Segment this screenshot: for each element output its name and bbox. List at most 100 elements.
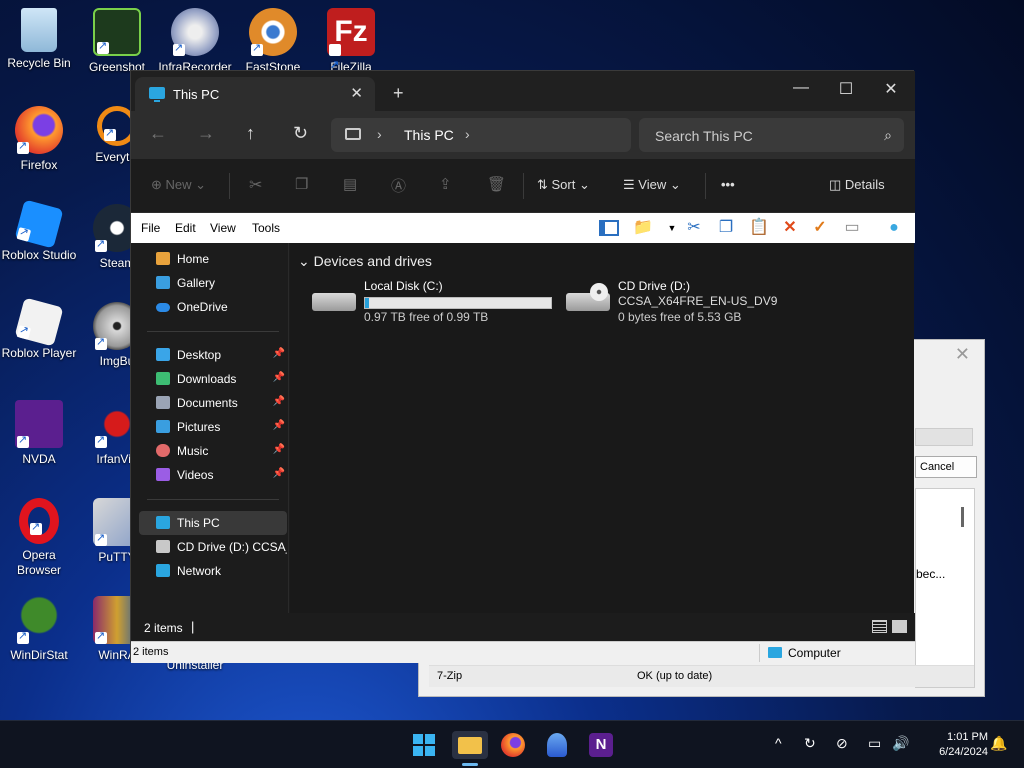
delete-x-icon[interactable]: ✕ — [781, 219, 799, 237]
group-header-devices-and-drives[interactable]: ⌄ Devices and drives — [298, 253, 432, 270]
close-icon[interactable]: ✕ — [955, 344, 970, 365]
pin-icon[interactable]: 📌 — [273, 348, 285, 359]
desktop-icon-greenshot[interactable]: Greenshot — [78, 8, 156, 75]
tiles-view-icon[interactable] — [892, 620, 907, 633]
share-icon[interactable]: ⇪ — [439, 175, 452, 193]
pin-icon[interactable]: 📌 — [273, 420, 285, 431]
start-button[interactable] — [410, 731, 438, 759]
desktop-icon-roblox-studio[interactable]: Roblox Studio — [0, 199, 78, 263]
sidebar-item-network[interactable]: Network — [139, 559, 287, 583]
drive-usage-fill — [365, 298, 369, 308]
refresh-button[interactable]: ↻ — [293, 123, 308, 144]
taskbar-nvda[interactable]: N — [587, 731, 615, 759]
drive-free-space: 0.97 TB free of 0.99 TB — [364, 310, 489, 324]
back-button[interactable]: ← — [149, 123, 167, 144]
sidebar-item-videos[interactable]: Videos 📌 — [139, 463, 287, 487]
drive-cd-d[interactable]: CD Drive (D:) CCSA_X64FRE_EN-US_DV9 0 by… — [566, 279, 816, 329]
display-icon[interactable]: ▭ — [868, 735, 881, 752]
notification-bell-icon[interactable]: 🔔 — [990, 735, 1007, 752]
cut-icon[interactable]: ✂ — [249, 175, 262, 195]
sidebar-item-music[interactable]: Music 📌 — [139, 439, 287, 463]
more-options-button[interactable]: ••• — [721, 177, 735, 192]
tab-this-pc[interactable]: This PC ✕ — [135, 77, 375, 111]
sidebar-item-downloads[interactable]: Downloads 📌 — [139, 367, 287, 391]
sidebar-item-gallery[interactable]: Gallery — [139, 271, 287, 295]
desktop-icon-opera[interactable]: Opera Browser — [0, 498, 78, 578]
desktop-icon-windirstat[interactable]: WinDirStat — [0, 596, 78, 663]
recycle-bin-icon — [21, 8, 57, 52]
cut-icon[interactable]: ✂ — [685, 219, 703, 237]
sort-button[interactable]: ⇅ Sort ⌄ — [537, 177, 590, 193]
shortcut-arrow-icon — [16, 227, 32, 242]
taskbar-firefox[interactable] — [499, 731, 527, 759]
desktop-icon-filezilla[interactable]: Fz FileZilla — [312, 8, 390, 89]
chevron-right-icon[interactable]: › — [465, 126, 470, 142]
chevron-right-icon[interactable]: › — [377, 126, 382, 142]
show-hidden-icons-button[interactable]: ^ — [775, 735, 782, 751]
sidebar-item-desktop[interactable]: Desktop 📌 — [139, 343, 287, 367]
sidebar-item-label: Gallery — [177, 276, 216, 290]
desktop-icon-infrarecorder[interactable]: InfraRecorder — [156, 8, 234, 75]
search-box[interactable]: Search This PC ⌕ — [639, 118, 904, 152]
sidebar-item-home[interactable]: Home — [139, 247, 287, 271]
view-button[interactable]: ☰ View ⌄ — [623, 177, 681, 193]
copy-icon[interactable]: ❐ — [295, 175, 308, 193]
desktop-icon-firefox[interactable]: Firefox — [0, 106, 78, 173]
sidebar-item-label: Music — [177, 444, 209, 458]
sidebar-item-documents[interactable]: Documents 📌 — [139, 391, 287, 415]
rename-icon[interactable]: Ⓐ — [391, 175, 406, 196]
close-tab-icon[interactable]: ✕ — [350, 84, 363, 102]
folder-check-icon[interactable]: 📁 — [633, 219, 653, 237]
sync-icon[interactable]: ↻ — [804, 735, 816, 752]
scrollbar-thumb[interactable] — [961, 507, 964, 527]
sidebar-item-pictures[interactable]: Pictures 📌 — [139, 415, 287, 439]
sidebar-item-onedrive[interactable]: OneDrive — [139, 295, 287, 319]
menu-edit[interactable]: Edit — [175, 221, 196, 235]
new-button[interactable]: ⊕ New ⌄ — [151, 177, 206, 193]
details-view-icon[interactable] — [872, 620, 887, 633]
address-bar[interactable]: › This PC › — [331, 118, 631, 152]
minimize-button[interactable]: — — [791, 79, 811, 97]
pin-icon[interactable]: 📌 — [273, 468, 285, 479]
breadcrumb-this-pc[interactable]: This PC — [404, 127, 454, 143]
copy-icon[interactable]: ❐ — [717, 219, 735, 237]
network-disconnected-icon[interactable]: ⊘ — [836, 735, 848, 752]
taskbar-app-blue[interactable] — [543, 731, 571, 759]
menu-view[interactable]: View — [210, 221, 236, 235]
details-button[interactable]: ◫ Details — [829, 177, 885, 193]
paste-icon[interactable]: 📋 — [749, 219, 769, 237]
properties-icon[interactable]: ▭ — [843, 219, 861, 237]
chevron-down-icon[interactable]: ⌄ — [298, 253, 310, 269]
taskbar-file-explorer[interactable] — [452, 731, 488, 766]
menu-tools[interactable]: Tools — [252, 221, 280, 235]
up-button[interactable]: ↑ — [246, 123, 255, 144]
text-caret: | — [191, 619, 195, 634]
new-tab-button[interactable]: + — [393, 83, 404, 104]
drive-local-disk-c[interactable]: Local Disk (C:) 0.97 TB free of 0.99 TB — [312, 279, 562, 329]
computer-icon — [768, 647, 782, 658]
shell-icon[interactable]: ● — [885, 219, 903, 237]
desktop-icon-faststone[interactable]: FastStone — [234, 8, 312, 75]
pin-icon[interactable]: 📌 — [273, 444, 285, 455]
checkmark-icon[interactable]: ✓ — [811, 219, 829, 237]
search-icon[interactable]: ⌕ — [884, 127, 892, 144]
volume-icon[interactable]: 🔊 — [892, 735, 909, 752]
paste-icon[interactable]: ▤ — [343, 175, 357, 193]
sidebar-item-this-pc[interactable]: This PC — [139, 511, 287, 535]
forward-button[interactable]: → — [197, 123, 215, 144]
pin-icon[interactable]: 📌 — [273, 372, 285, 383]
table-row[interactable]: 7-Zip OK (up to date) — [429, 665, 974, 687]
clock[interactable]: 1:01 PM 6/24/2024 — [918, 730, 988, 760]
desktop-icon-nvda[interactable]: NVDA — [0, 400, 78, 467]
dropdown-arrow-icon[interactable]: ▼ — [663, 219, 681, 237]
cancel-button[interactable]: Cancel — [915, 456, 977, 478]
desktop-icon-roblox-player[interactable]: Roblox Player — [0, 297, 78, 361]
desktop-icon-recycle-bin[interactable]: Recycle Bin — [0, 8, 78, 71]
delete-icon[interactable]: 🗑 — [487, 175, 506, 193]
sidebar-item-cd-drive[interactable]: CD Drive (D:) CCSA_X64FRE_EN-US_DV9 — [139, 535, 287, 559]
close-window-button[interactable]: ✕ — [881, 79, 901, 99]
maximize-button[interactable]: ☐ — [836, 79, 856, 99]
preview-pane-icon[interactable] — [599, 220, 619, 236]
pin-icon[interactable]: 📌 — [273, 396, 285, 407]
menu-file[interactable]: File — [141, 221, 160, 235]
